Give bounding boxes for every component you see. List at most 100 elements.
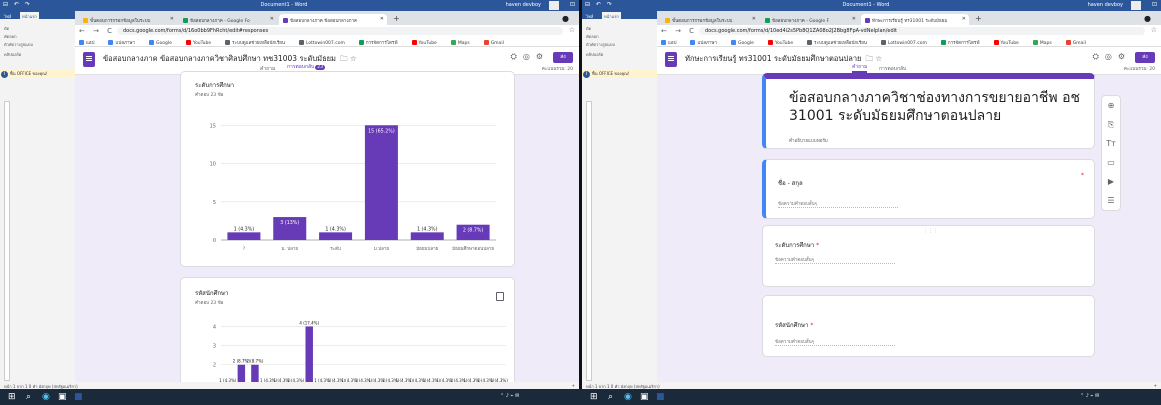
chrome-icon[interactable]: ◉ [624, 392, 632, 402]
profile-dot-icon[interactable]: ● [1144, 14, 1151, 23]
zoom-control[interactable]: + [1154, 383, 1157, 388]
tab-home[interactable]: หน้าแรก [602, 12, 621, 19]
profile-dot-icon[interactable]: ● [562, 14, 569, 23]
close-icon[interactable]: ✕ [380, 16, 384, 22]
bookmark-item[interactable]: แปลภาษา [108, 40, 142, 46]
tab-home[interactable]: หน้าแรก [20, 12, 39, 19]
copy-button[interactable]: คัดลอก [586, 33, 599, 40]
quick-access-icons[interactable]: ⊟ ↶ ↷ [3, 1, 32, 8]
bookmark-star-icon[interactable]: ☆ [1151, 26, 1157, 34]
browser-tab[interactable]: ข้อสอบกลางภาค - Google F ✕ [761, 14, 859, 25]
browser-tab-active[interactable]: ทักษะการเรียนรู้ ทร31001 ระดับมัธยม ✕ [861, 14, 969, 25]
copy-button[interactable]: คัดลอก [4, 33, 17, 40]
question-card[interactable]: ชื่อ - สกุล * ข้อความคำตอบสั้นๆ [762, 159, 1095, 219]
url-field[interactable]: docs.google.com/forms/d/16o0bb9FhRcht/ed… [117, 27, 563, 35]
question-card[interactable]: ⋮⋮⋮ ระดับการศึกษา * ข้อความคำตอบสั้นๆ [762, 225, 1095, 287]
title-icon[interactable]: Tт [1102, 134, 1120, 153]
bookmark-star-icon[interactable]: ☆ [569, 26, 575, 34]
video-icon[interactable]: ▶ [1102, 172, 1120, 191]
bookmark-item[interactable]: ระบบดูแลช่วยเหลือนักเรียน [225, 40, 292, 46]
format-painter-button[interactable]: ตัวคัดวางรูปแบบ [586, 41, 615, 48]
bookmark-item[interactable]: แอป [661, 40, 683, 46]
nav-buttons-icon[interactable]: ← → C [661, 27, 697, 35]
start-icon[interactable]: ⊞ [8, 392, 16, 402]
copy-chart-icon[interactable] [496, 292, 504, 301]
quiz-description[interactable]: คำอธิบายแบบฟอร์ม [789, 137, 828, 144]
bookmark-item[interactable]: Lottowin007.com [298, 40, 352, 46]
close-icon[interactable]: ✕ [962, 16, 966, 22]
new-tab-icon[interactable]: + [393, 14, 400, 23]
bookmark-item[interactable]: การจัดการไดรฟ์ [940, 40, 987, 46]
quiz-header-card[interactable]: ข้อสอบกลางภาควิชาช่องทางการขยายอาชีพ อช … [762, 73, 1095, 149]
bookmark-item[interactable]: YouTube [185, 40, 218, 46]
bookmark-item[interactable]: แปลภาษา [690, 40, 724, 46]
bookmark-item[interactable]: YouTube [767, 40, 800, 46]
close-icon[interactable]: ✕ [270, 16, 274, 22]
bookmark-item[interactable]: YouTube [411, 40, 444, 46]
quiz-title[interactable]: ข้อสอบกลางภาควิชาช่องทางการขยายอาชีพ อช … [789, 89, 1089, 125]
folder-icon[interactable]: 🗀 ☆ [340, 54, 357, 63]
nav-buttons-icon[interactable]: ← → C [79, 27, 115, 35]
chrome-icon[interactable]: ◉ [42, 392, 50, 402]
url-field[interactable]: docs.google.com/forms/d/10ed4i2s5Pb8Q1ZA… [699, 27, 1145, 35]
zoom-control[interactable]: + [572, 383, 575, 388]
toolbar-icons[interactable]: ⛭◎⚙ [510, 52, 549, 62]
close-icon[interactable]: ✕ [852, 16, 856, 22]
avatar[interactable] [1131, 1, 1141, 10]
bookmark-item[interactable]: Lottowin007.com [880, 40, 934, 46]
avatar[interactable] [549, 1, 559, 10]
system-tray-icons[interactable]: ⌃ ♪ ⌁ ✉ [1080, 393, 1099, 399]
info-bar-text[interactable]: ฟื้น OFFICE ของคุณ! [592, 71, 629, 76]
quick-access-icons[interactable]: ⊟ ↶ ↷ [585, 1, 614, 8]
ribbon-display-icon[interactable]: ⊡ [1152, 1, 1157, 8]
add-question-icon[interactable]: ⊕ [1102, 96, 1120, 115]
toolbar-icons[interactable]: ⛭◎⚙ [1092, 52, 1131, 62]
bookmark-favicon-icon [807, 40, 813, 45]
ribbon-display-icon[interactable]: ⊡ [570, 1, 575, 8]
bookmark-item[interactable]: Gmail [1065, 40, 1093, 46]
browser-tab[interactable]: ขั้นตอนการกรอกข้อมูลในระบบ ✕ [661, 14, 759, 25]
bookmark-item[interactable]: Maps [450, 40, 477, 46]
send-button[interactable]: ส่ง [553, 52, 573, 63]
app-icon[interactable]: ▣ [640, 392, 649, 402]
bookmark-item[interactable]: แอป [79, 40, 101, 46]
tab-responses[interactable]: การตอบกลับ [879, 65, 906, 73]
forms-logo-icon[interactable] [83, 52, 95, 67]
browser-tab[interactable]: ข้อสอบกลางภาค - Google Fo ✕ [179, 14, 277, 25]
close-icon[interactable]: ✕ [170, 16, 174, 22]
word-icon[interactable]: ■ [656, 392, 665, 402]
close-icon[interactable]: ✕ [752, 16, 756, 22]
bookmark-item[interactable]: Maps [1032, 40, 1059, 46]
info-bar-text[interactable]: ฟื้น OFFICE ของคุณ! [10, 71, 47, 76]
question-card[interactable]: รหัสนักศึกษา * ข้อความคำตอบสั้นๆ [762, 295, 1095, 357]
bookmark-item[interactable]: Google [730, 40, 761, 46]
send-button[interactable]: ส่ง [1135, 52, 1155, 63]
image-icon[interactable]: ▭ [1102, 153, 1120, 172]
tab-file[interactable]: ไฟล์ [2, 12, 13, 19]
search-icon[interactable]: ⌕ [26, 392, 31, 402]
drag-handle-icon[interactable]: ⋮⋮⋮ [923, 228, 938, 234]
bookmark-item[interactable]: การจัดการไดรฟ์ [358, 40, 405, 46]
browser-tab[interactable]: ขั้นตอนการกรอกข้อมูลในระบบ ✕ [79, 14, 177, 25]
bookmark-item[interactable]: YouTube [993, 40, 1026, 46]
cut-button[interactable]: ตัด [586, 25, 591, 32]
app-icon[interactable]: ▣ [58, 392, 67, 402]
tab-file[interactable]: ไฟล์ [584, 12, 595, 19]
new-tab-icon[interactable]: + [975, 14, 982, 23]
bookmark-item[interactable]: Google [148, 40, 179, 46]
format-painter-button[interactable]: ตัวคัดวางรูปแบบ [4, 41, 33, 48]
section-icon[interactable]: ☰ [1102, 191, 1120, 210]
search-icon[interactable]: ⌕ [608, 392, 613, 402]
word-icon[interactable]: ■ [74, 392, 83, 402]
browser-tab-active[interactable]: ข้อสอบกลางภาค ข้อสอบกลางภาค ✕ [279, 14, 387, 25]
bookmark-item[interactable]: Gmail [483, 40, 511, 46]
folder-icon[interactable]: 🗀 ☆ [865, 54, 882, 63]
system-tray-icons[interactable]: ⌃ ♪ ⌁ ✉ [500, 393, 519, 399]
forms-logo-icon[interactable] [665, 52, 677, 67]
start-icon[interactable]: ⊞ [590, 392, 598, 402]
x-tick-label: ม.ปลาย [374, 246, 390, 252]
cut-button[interactable]: ตัด [4, 25, 9, 32]
import-icon[interactable]: ⎘ [1102, 115, 1120, 134]
tab-questions[interactable]: คำถาม [852, 63, 868, 73]
bookmark-item[interactable]: ระบบดูแลช่วยเหลือนักเรียน [807, 40, 874, 46]
